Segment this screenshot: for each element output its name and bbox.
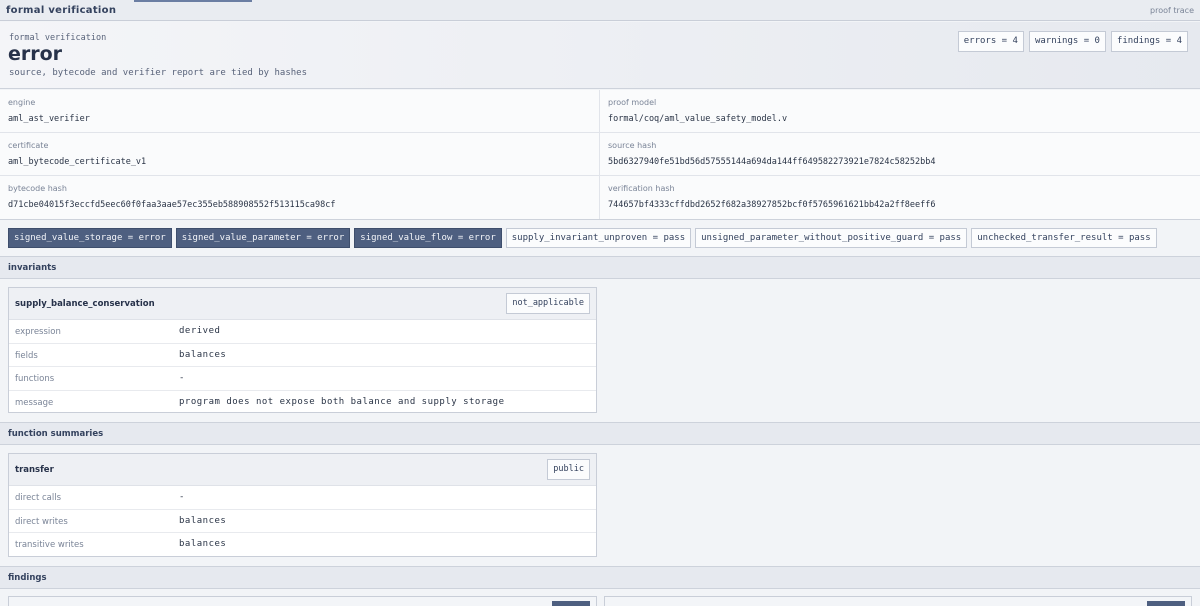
check-chip-unsigned-parameter[interactable]: unsigned_parameter_without_positive_guar… (695, 228, 968, 248)
active-tab-indicator (134, 0, 252, 2)
table-row: direct calls - (9, 486, 596, 510)
header-subtitle: source, bytecode and verifier report are… (9, 68, 308, 78)
meta-value: aml_bytecode_certificate_v1 (8, 157, 147, 167)
meta-label: source hash (608, 141, 657, 150)
meta-value: d71cbe04015f3eccfd5eec60f0faa3aae57ec355… (8, 200, 336, 210)
verification-metadata: engine aml_ast_verifier proof model form… (0, 90, 1200, 220)
status-badge: not_applicable (506, 293, 590, 314)
row-label: message (15, 397, 54, 408)
finding-card (8, 596, 597, 606)
counters: errors = 4 warnings = 0 findings = 4 (957, 31, 1188, 52)
section-invariants: invariants (0, 256, 1200, 279)
table-row: direct writes balances (9, 510, 596, 533)
function-name: transfer (15, 465, 54, 475)
check-chip-unchecked-transfer[interactable]: unchecked_transfer_result = pass (971, 228, 1157, 248)
row-label: direct calls (15, 493, 62, 503)
row-value: program does not expose both balance and… (179, 396, 505, 407)
status-header: formal verification error source, byteco… (0, 22, 1200, 89)
function-card: transfer public direct calls - direct wr… (8, 453, 597, 557)
meta-label: engine (8, 98, 36, 107)
check-chip-signed-value-flow[interactable]: signed_value_flow = error (354, 228, 502, 248)
invariant-name: supply_balance_conservation (15, 299, 155, 309)
meta-verification-hash: verification hash 744657bf4333cffdbd2652… (600, 176, 1200, 219)
table-row: message program does not expose both bal… (9, 391, 596, 415)
errors-counter: errors = 4 (957, 31, 1024, 52)
table-row: fields balances (9, 344, 596, 367)
table-row: expression derived (9, 320, 596, 344)
meta-label: bytecode hash (8, 184, 67, 193)
row-value: balances (179, 515, 227, 526)
warnings-counter: warnings = 0 (1028, 31, 1106, 52)
meta-label: certificate (8, 141, 49, 150)
card-header: transfer public (9, 454, 596, 486)
meta-label: verification hash (608, 184, 675, 193)
section-function-summaries: function summaries (0, 422, 1200, 445)
row-label: direct writes (15, 516, 68, 527)
finding-badge (1147, 601, 1185, 606)
row-value: - (179, 492, 185, 502)
invariant-card: supply_balance_conservation not_applicab… (8, 287, 597, 413)
row-value: - (179, 373, 185, 383)
findings-counter: findings = 4 (1110, 31, 1188, 52)
row-label: expression (15, 327, 61, 337)
finding-card (604, 596, 1192, 606)
meta-engine: engine aml_ast_verifier (0, 90, 600, 133)
meta-bytecode-hash: bytecode hash d71cbe04015f3eccfd5eec60f0… (0, 176, 600, 219)
meta-certificate: certificate aml_bytecode_certificate_v1 (0, 133, 600, 176)
table-row: transitive writes balances (9, 533, 596, 557)
row-value: derived (179, 326, 221, 336)
finding-badge (552, 601, 590, 606)
check-chip-signed-value-parameter[interactable]: signed_value_parameter = error (175, 228, 351, 248)
section-findings: findings (0, 566, 1200, 589)
row-label: functions (15, 374, 55, 384)
header-kicker: formal verification (9, 33, 107, 43)
meta-value: 744657bf4333cffdbd2652f682a38927852bcf0f… (608, 200, 936, 210)
row-value: balances (179, 349, 227, 360)
meta-value: aml_ast_verifier (8, 114, 90, 124)
check-results: signed_value_storage = error signed_valu… (8, 228, 1157, 248)
verification-status: error (8, 43, 63, 65)
proof-trace-link[interactable]: proof trace (1150, 6, 1194, 15)
table-row: functions - (9, 367, 596, 391)
check-chip-signed-value-storage[interactable]: signed_value_storage = error (8, 228, 172, 248)
app-title: formal verification (6, 5, 117, 16)
meta-label: proof model (608, 98, 657, 107)
visibility-badge: public (547, 459, 590, 480)
meta-value: formal/coq/aml_value_safety_model.v (608, 114, 788, 124)
meta-source-hash: source hash 5bd6327940fe51bd56d57555144a… (600, 133, 1200, 176)
row-label: transitive writes (15, 540, 84, 550)
meta-proof-model: proof model formal/coq/aml_value_safety_… (600, 90, 1200, 133)
check-chip-supply-invariant[interactable]: supply_invariant_unproven = pass (505, 228, 692, 248)
top-bar: formal verification proof trace (0, 0, 1200, 21)
meta-value: 5bd6327940fe51bd56d57555144a694da144ff64… (608, 157, 936, 167)
card-header: supply_balance_conservation not_applicab… (9, 288, 596, 320)
row-value: balances (179, 539, 227, 549)
row-label: fields (15, 350, 38, 361)
